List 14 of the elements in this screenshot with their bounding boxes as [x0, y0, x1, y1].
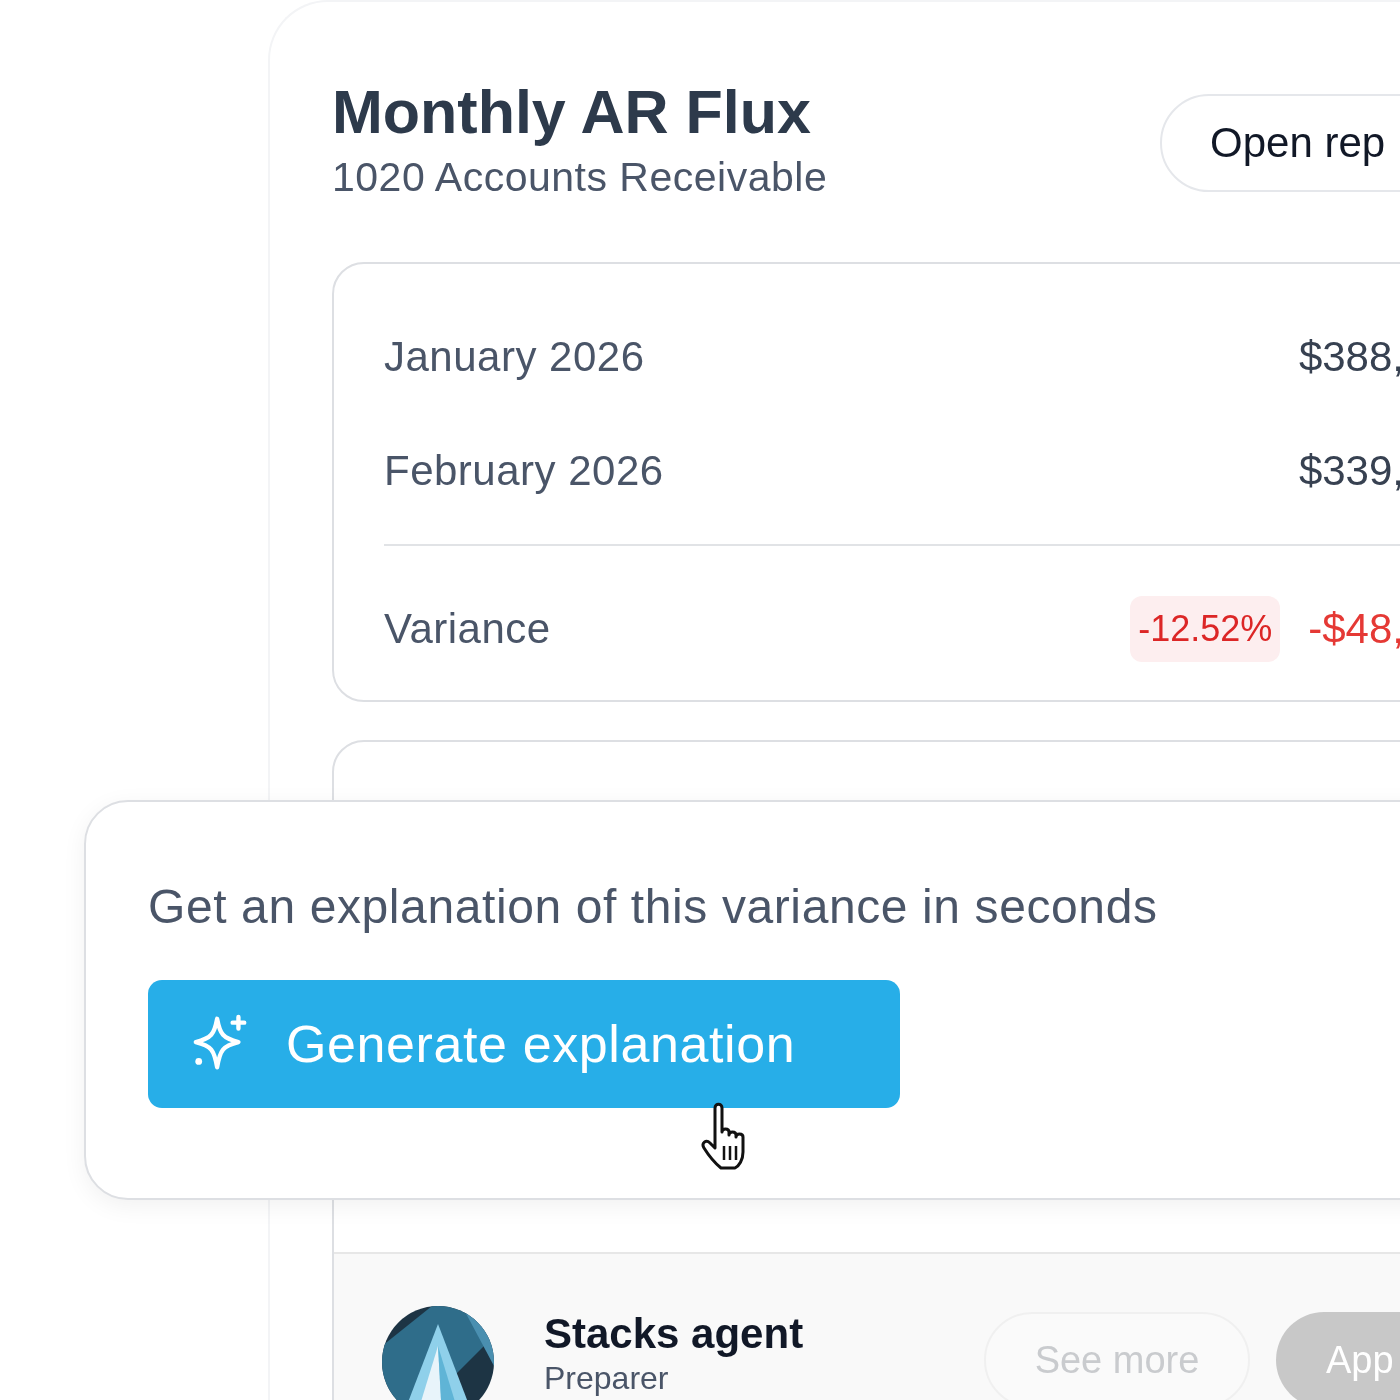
variance-percent-badge: -12.52%	[1130, 596, 1281, 662]
agent-name: Stacks agent	[544, 1310, 805, 1358]
period-amount: $388,	[1298, 333, 1400, 381]
variance-amount: -$48,	[1308, 605, 1400, 653]
period-label: January 2026	[384, 333, 645, 381]
open-report-button[interactable]: Open rep	[1160, 94, 1400, 192]
generate-explanation-button[interactable]: Generate explanation	[148, 980, 900, 1108]
period-amount: $339,	[1298, 447, 1400, 495]
period-label: February 2026	[384, 447, 664, 495]
report-title: Monthly AR Flux	[332, 77, 812, 148]
account-subtitle: 1020 Accounts Receivable	[332, 153, 829, 202]
prompt-text: Get an explanation of this variance in seconds	[148, 879, 1159, 935]
variance-label: Variance	[384, 605, 551, 653]
agent-role: Preparer	[544, 1360, 670, 1397]
